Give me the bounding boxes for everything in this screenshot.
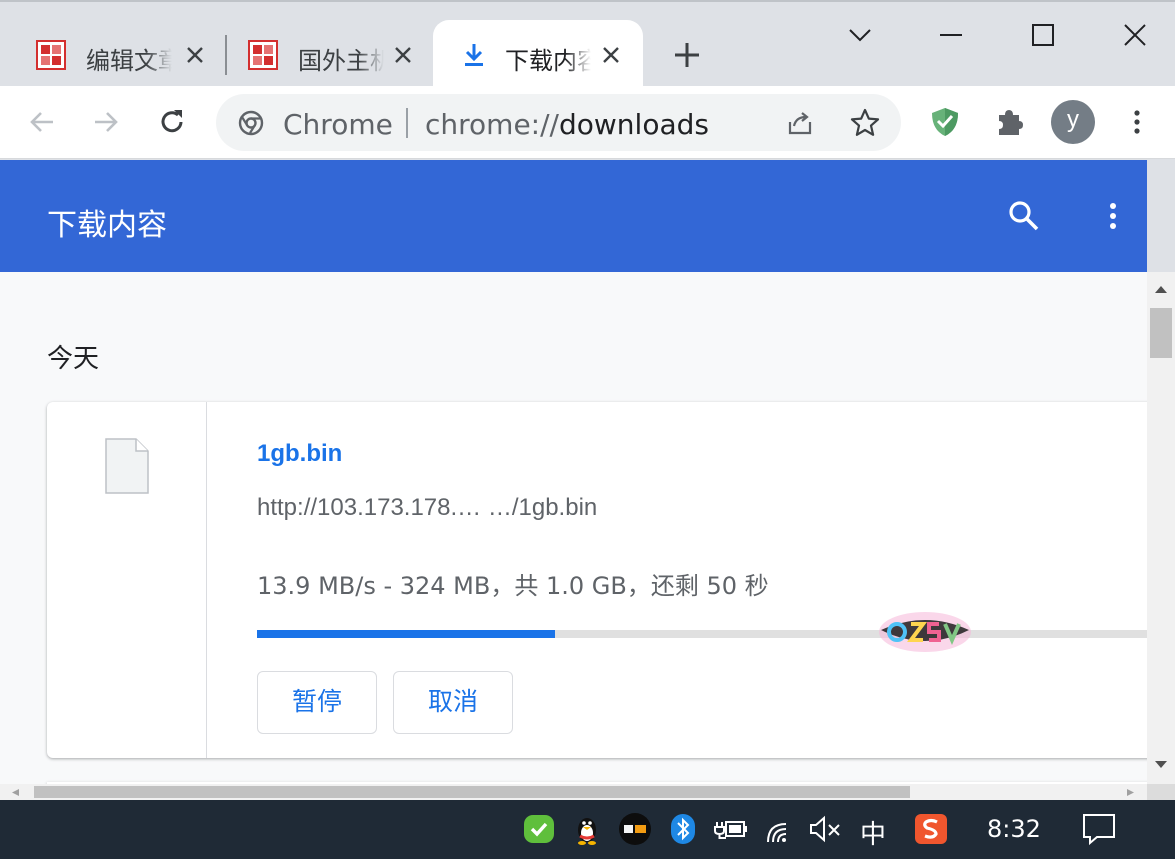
tab-title: 下载内容 (505, 47, 591, 75)
file-source-url[interactable]: http://103.173.178.… …/1gb.bin (257, 494, 597, 522)
cancel-button[interactable]: 取消 (393, 671, 513, 734)
window-close-icon[interactable] (1120, 20, 1150, 50)
site-chip-label: Chrome (283, 108, 393, 141)
close-icon[interactable] (598, 42, 624, 68)
clock-time[interactable]: 8:32 (987, 815, 1041, 843)
bluetooth-icon[interactable] (666, 812, 700, 846)
downloads-page: 下载内容 今天 1gb.bin http://103.173.178.… …/1… (0, 160, 1147, 800)
tab-title: 编辑文章 (86, 47, 172, 75)
battery-plug-icon[interactable] (714, 812, 748, 846)
forward-arrow-icon[interactable] (90, 106, 122, 138)
tab-edit-article[interactable]: 编辑文章 (0, 20, 222, 88)
seal-icon (248, 40, 278, 70)
minimize-icon[interactable] (936, 20, 966, 50)
maximize-icon[interactable] (1028, 20, 1058, 50)
scrollbar-corner (1147, 784, 1175, 800)
back-arrow-icon[interactable] (26, 106, 58, 138)
tab-downloads[interactable]: 下载内容 (433, 20, 643, 88)
progress-fill (257, 630, 555, 638)
host-app-tray-icon[interactable] (618, 812, 652, 846)
more-vert-icon[interactable] (1121, 106, 1153, 138)
share-icon[interactable] (786, 108, 816, 138)
search-icon[interactable] (1006, 198, 1042, 234)
url-host: downloads (558, 108, 709, 141)
sogou-input-icon[interactable] (914, 812, 948, 846)
vertical-scrollbar[interactable] (1147, 272, 1175, 800)
taskbar: 中 8:32 (0, 800, 1175, 859)
file-icon (105, 438, 149, 494)
ozsv-watermark-logo (879, 612, 971, 652)
app-bar: 下载内容 (0, 160, 1147, 272)
file-icon-column (47, 402, 207, 758)
tab-strip: 编辑文章 国外主机 下载内容 (0, 0, 1175, 88)
file-name-link[interactable]: 1gb.bin (257, 440, 342, 468)
qq-penguin-tray-icon[interactable] (570, 812, 604, 846)
omnibox[interactable]: Chrome chrome://downloads (216, 94, 901, 151)
reload-icon[interactable] (156, 106, 188, 138)
download-item-card: 1gb.bin http://103.173.178.… …/1gb.bin 1… (47, 402, 1147, 758)
download-icon (465, 44, 483, 66)
omnibox-separator (406, 108, 408, 138)
date-header: 今天 (47, 344, 100, 374)
vertical-scroll-thumb[interactable] (1150, 308, 1172, 358)
extensions-puzzle-icon[interactable] (993, 106, 1025, 138)
scroll-left-arrow-icon[interactable] (10, 788, 20, 797)
download-progress-bar (257, 630, 1147, 638)
scroll-right-arrow-icon[interactable] (1126, 788, 1136, 797)
horizontal-scroll-thumb[interactable] (34, 786, 910, 798)
chrome-logo-icon (238, 110, 264, 136)
horizontal-scrollbar[interactable] (0, 784, 1147, 800)
more-vert-icon[interactable] (1096, 198, 1130, 234)
chevron-down-icon[interactable] (845, 20, 875, 50)
pause-button[interactable]: 暂停 (257, 671, 377, 734)
profile-avatar[interactable]: y (1051, 100, 1095, 144)
security-check-tray-icon[interactable] (522, 812, 556, 846)
ime-indicator[interactable]: 中 (860, 814, 886, 851)
new-tab-plus-icon[interactable] (672, 40, 702, 70)
close-icon[interactable] (182, 42, 208, 68)
wifi-icon[interactable] (764, 812, 798, 846)
notification-center-icon[interactable] (1081, 811, 1117, 847)
page-title: 下载内容 (47, 208, 167, 243)
scroll-up-arrow-icon[interactable] (1154, 284, 1168, 294)
bookmark-star-icon[interactable] (849, 107, 881, 139)
tab-title: 国外主机 (298, 47, 384, 75)
adguard-shield-icon[interactable] (929, 106, 961, 138)
close-icon[interactable] (390, 42, 416, 68)
url-scheme: chrome:// (425, 108, 559, 141)
seal-icon (36, 40, 66, 70)
toolbar: Chrome chrome://downloads y (0, 86, 1175, 159)
url-text[interactable]: chrome://downloads (425, 108, 709, 141)
tab-foreign-host[interactable]: 国外主机 (212, 20, 434, 88)
download-status: 13.9 MB/s - 324 MB，共 1.0 GB，还剩 50 秒 (257, 572, 769, 600)
volume-muted-icon[interactable] (808, 812, 842, 846)
scroll-down-arrow-icon[interactable] (1154, 760, 1168, 770)
